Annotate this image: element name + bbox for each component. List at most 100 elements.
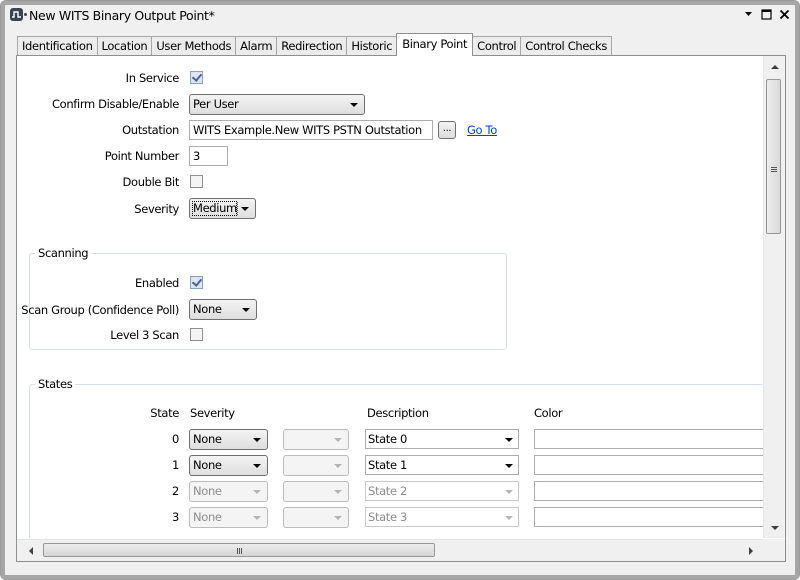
- level3-scan-checkbox[interactable]: [190, 328, 203, 341]
- scan-group-label: Scan Group (Confidence Poll): [21, 303, 179, 317]
- focus-rect: [192, 201, 237, 216]
- scroll-up-icon[interactable]: [771, 65, 779, 69]
- state-description-value: State 0: [368, 432, 407, 446]
- scroll-left-icon[interactable]: [29, 547, 33, 555]
- tab-binary-point[interactable]: Binary Point: [396, 33, 474, 56]
- window: New WITS Binary Output Point* Identifica…: [0, 0, 800, 580]
- binary-point-page: In Service Confirm Disable/Enable Per Us…: [16, 55, 786, 562]
- window-menu-dropdown-icon[interactable]: [742, 7, 755, 21]
- outstation-goto-link[interactable]: Go To: [467, 123, 497, 137]
- chevron-down-icon: [505, 464, 513, 468]
- scan-group-select[interactable]: None: [189, 299, 257, 320]
- chevron-down-icon: [505, 516, 513, 520]
- tab-control-checks[interactable]: Control Checks: [520, 36, 612, 56]
- chevron-down-icon: [253, 464, 261, 468]
- horizontal-scrollbar[interactable]: [17, 539, 763, 561]
- scan-enabled-label: Enabled: [134, 276, 179, 290]
- chevron-down-icon: [242, 308, 250, 312]
- tab-user-methods[interactable]: User Methods: [151, 36, 237, 56]
- severity-label: Severity: [134, 202, 179, 216]
- outstation-field[interactable]: WITS Example.New WITS PSTN Outstation: [189, 120, 433, 140]
- tab-historic[interactable]: Historic: [346, 36, 398, 56]
- state-description-combo: State 3: [365, 507, 519, 527]
- states-group-title: States: [35, 377, 76, 391]
- state-severity-value: None: [193, 458, 222, 472]
- level3-scan-label: Level 3 Scan: [110, 328, 179, 342]
- state-severity-value: None: [193, 484, 222, 498]
- state-secondary-select: [283, 507, 349, 528]
- chevron-down-icon: [253, 516, 261, 520]
- chevron-down-icon: [334, 490, 342, 494]
- tab-alarm[interactable]: Alarm: [235, 36, 278, 56]
- point-number-label: Point Number: [104, 149, 180, 163]
- grip-line: [237, 548, 238, 554]
- state-description-combo[interactable]: State 1: [365, 455, 519, 475]
- scanning-group-title: Scanning: [35, 246, 92, 260]
- vertical-scrollbar[interactable]: [763, 56, 785, 538]
- outstation-browse-button[interactable]: ...: [438, 121, 456, 139]
- state-number: 2: [172, 484, 179, 498]
- chevron-down-icon: [241, 207, 249, 211]
- tab-identification[interactable]: Identification: [17, 36, 98, 56]
- point-number-field[interactable]: 3: [189, 146, 228, 166]
- color-column-header: Color: [534, 406, 563, 420]
- binary-point-icon: [10, 8, 23, 21]
- tab-redirection[interactable]: Redirection: [276, 36, 348, 56]
- state-description-combo: State 2: [365, 481, 519, 501]
- state-severity-select: None: [189, 481, 268, 502]
- state-color-field[interactable]: [534, 455, 763, 475]
- state-severity-select[interactable]: None: [189, 455, 268, 476]
- close-icon[interactable]: [778, 7, 791, 21]
- state-severity-select[interactable]: None: [189, 429, 268, 450]
- chevron-down-icon: [505, 438, 513, 442]
- chevron-down-icon: [253, 490, 261, 494]
- state-severity-value: None: [193, 432, 222, 446]
- grip-line: [771, 167, 777, 168]
- confirm-disable-enable-select[interactable]: Per User: [189, 94, 365, 115]
- maximize-icon[interactable]: [760, 7, 773, 21]
- state-description-combo[interactable]: State 0: [365, 429, 519, 449]
- state-color-field[interactable]: [534, 481, 763, 501]
- outstation-label: Outstation: [122, 123, 179, 137]
- app-icon-dot: [24, 13, 27, 16]
- tab-control[interactable]: Control: [472, 36, 522, 56]
- horizontal-scroll-thumb[interactable]: [43, 543, 435, 557]
- grip-line: [771, 169, 777, 170]
- state-secondary-select: [283, 455, 349, 476]
- chevron-down-icon: [334, 464, 342, 468]
- scan-enabled-checkbox[interactable]: [190, 276, 203, 289]
- chevron-down-icon: [334, 438, 342, 442]
- state-number: 3: [172, 510, 179, 524]
- description-column-header: Description: [367, 406, 429, 420]
- tab-strip: Identification Location User Methods Ala…: [17, 33, 612, 56]
- scroll-down-icon[interactable]: [771, 526, 779, 530]
- scan-group-value: None: [193, 302, 222, 316]
- confirm-disable-enable-value: Per User: [193, 97, 239, 111]
- window-controls: [742, 7, 791, 23]
- scroll-right-icon[interactable]: [749, 547, 753, 555]
- confirm-disable-enable-label: Confirm Disable/Enable: [52, 97, 179, 111]
- state-color-field[interactable]: [534, 507, 763, 527]
- state-number: 0: [172, 432, 179, 446]
- severity-select[interactable]: Medium: [189, 198, 256, 219]
- vertical-scroll-thumb[interactable]: [766, 79, 781, 234]
- scroll-content: In Service Confirm Disable/Enable Per Us…: [17, 56, 763, 538]
- separator: [237, 202, 238, 215]
- state-description-value: State 1: [368, 458, 407, 472]
- state-description-value: State 3: [368, 510, 407, 524]
- window-title: New WITS Binary Output Point*: [29, 8, 215, 23]
- title-bar: New WITS Binary Output Point*: [5, 4, 795, 26]
- state-severity-select: None: [189, 507, 268, 528]
- chevron-down-icon: [350, 103, 358, 107]
- in-service-label: In Service: [125, 71, 180, 85]
- chevron-down-icon: [253, 438, 261, 442]
- tab-location[interactable]: Location: [96, 36, 153, 56]
- state-description-value: State 2: [368, 484, 407, 498]
- in-service-checkbox[interactable]: [190, 71, 203, 84]
- state-severity-value: None: [193, 510, 222, 524]
- double-bit-checkbox[interactable]: [190, 175, 203, 188]
- state-color-field[interactable]: [534, 429, 763, 449]
- grip-line: [771, 171, 777, 172]
- double-bit-label: Double Bit: [122, 175, 180, 189]
- state-column-header: State: [150, 406, 179, 420]
